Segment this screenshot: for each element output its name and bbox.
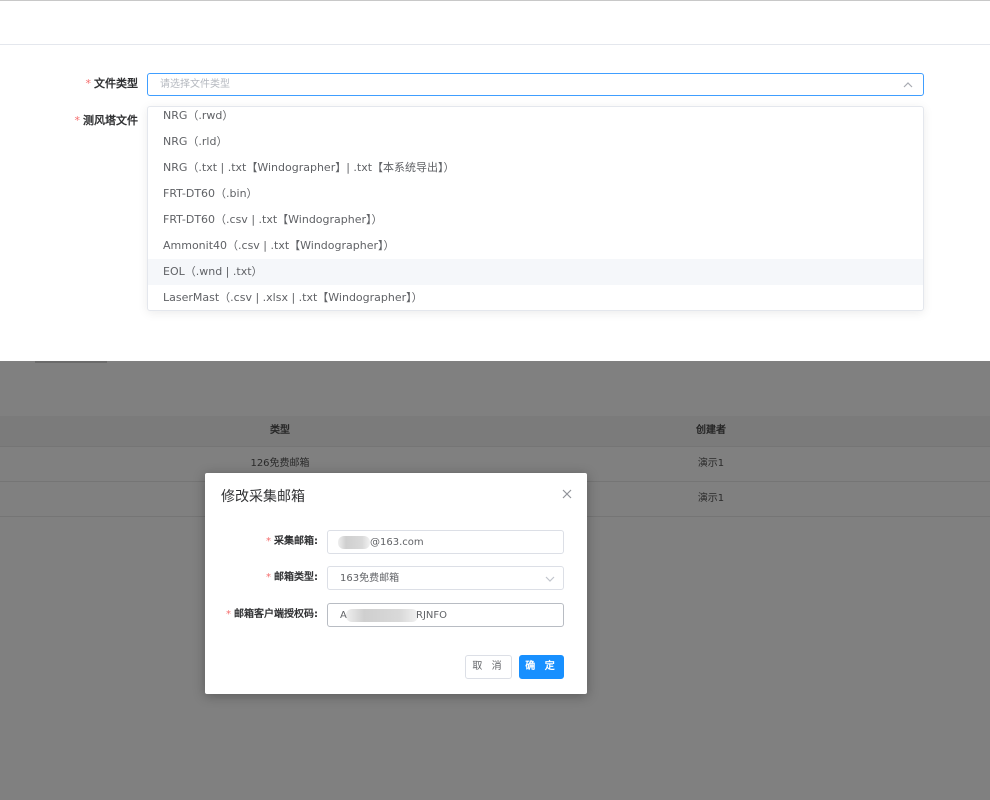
upload-form-panel: * 文件类型 请选择文件类型 * 测风塔文件 NRG（.rwd） NRG（.rld）… [0, 0, 990, 361]
cell-creator: 演示1 [697, 493, 725, 504]
mailbox-type-label: * 邮箱类型: [266, 572, 318, 583]
tab-indicator [35, 361, 107, 363]
email-label: * 采集邮箱: [266, 536, 318, 547]
file-type-placeholder: 请选择文件类型 [160, 79, 230, 90]
dropdown-option[interactable]: FRT-DT60（.bin） [148, 181, 923, 207]
cell-creator: 演示1 [697, 458, 725, 469]
chevron-down-icon [545, 576, 555, 582]
required-mark: * [226, 609, 231, 620]
edit-email-dialog: 修改采集邮箱 * 采集邮箱: @163.com * 邮箱类型: 163免费邮箱 * 邮… [205, 473, 587, 694]
dropdown-option[interactable]: NRG（.rld） [148, 129, 923, 155]
required-mark: * [74, 114, 81, 127]
cancel-button[interactable]: 取 消 [465, 655, 512, 679]
email-value: @163.com [370, 537, 424, 548]
file-type-select[interactable]: 请选择文件类型 [147, 73, 924, 96]
auth-code-field[interactable]: A RJNFO [327, 603, 564, 627]
dropdown-option[interactable]: Ammonit40（.csv | .txt【Windographer】） [148, 233, 923, 259]
required-mark: * [85, 77, 92, 90]
dropdown-option[interactable]: NRG（.txt | .txt【Windographer】| .txt【本系统导… [148, 155, 923, 181]
column-header-creator: 创建者 [696, 425, 726, 436]
mailbox-type-select[interactable]: 163免费邮箱 [327, 566, 564, 590]
file-type-dropdown: NRG（.rwd） NRG（.rld） NRG（.txt | .txt【Wind… [147, 106, 924, 311]
file-type-label: * 文件类型 [85, 77, 139, 90]
confirm-button[interactable]: 确 定 [519, 655, 564, 679]
dialog-title: 修改采集邮箱 [221, 489, 305, 505]
required-mark: * [266, 572, 271, 583]
chevron-up-icon [903, 82, 913, 88]
dropdown-option-hovered[interactable]: EOL（.wnd | .txt） [148, 259, 923, 285]
required-mark: * [266, 536, 271, 547]
column-header-type: 类型 [270, 425, 290, 436]
dropdown-option[interactable]: NRG（.rwd） [148, 107, 923, 129]
auth-code-label: * 邮箱客户端授权码: [226, 609, 318, 620]
dropdown-option[interactable]: LaserMast（.csv | .xlsx | .txt【Windograph… [148, 285, 923, 310]
table-header: 类型 创建者 [0, 416, 990, 447]
tower-file-label: * 测风塔文件 [74, 114, 139, 127]
dropdown-option[interactable]: FRT-DT60（.csv | .txt【Windographer】） [148, 207, 923, 233]
redacted-mask [346, 609, 418, 622]
redacted-mask [338, 536, 370, 549]
panel-header [0, 1, 990, 45]
mailbox-type-value: 163免费邮箱 [340, 573, 400, 584]
auth-code-value-end: RJNFO [416, 610, 448, 621]
email-field[interactable]: @163.com [327, 530, 564, 554]
close-icon[interactable] [561, 488, 573, 500]
